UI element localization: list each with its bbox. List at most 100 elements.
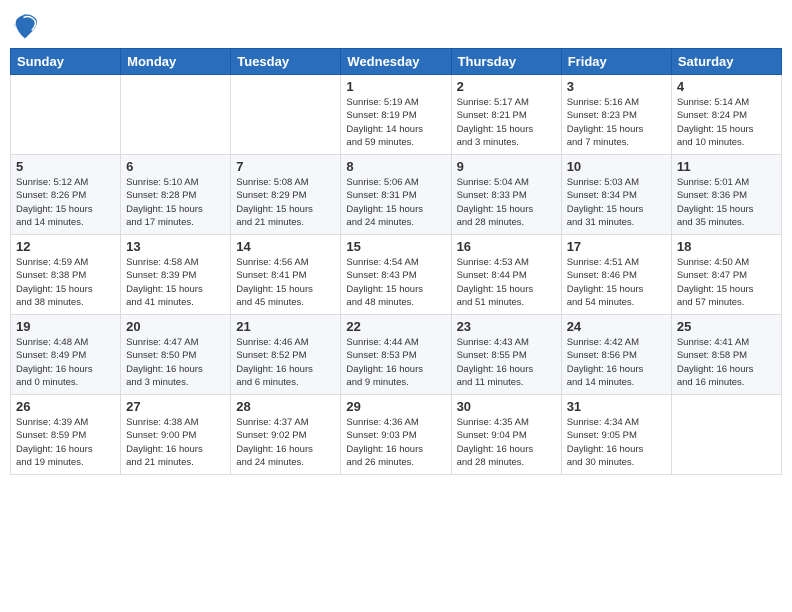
day-info: Sunrise: 5:19 AM Sunset: 8:19 PM Dayligh… [346, 96, 445, 149]
day-info: Sunrise: 5:03 AM Sunset: 8:34 PM Dayligh… [567, 176, 666, 229]
weekday-header-tuesday: Tuesday [231, 49, 341, 75]
logo-icon [10, 10, 40, 40]
calendar-cell: 22Sunrise: 4:44 AM Sunset: 8:53 PM Dayli… [341, 315, 451, 395]
calendar-cell: 3Sunrise: 5:16 AM Sunset: 8:23 PM Daylig… [561, 75, 671, 155]
calendar-cell: 13 Sunrise: 4:58 AM Sunset: 8:39 PM Dayli… [121, 235, 231, 315]
calendar-cell: 27 Sunrise: 4:38 AM Sunset: 9:00 PM Dayli… [121, 395, 231, 475]
calendar-cell: 14Sunrise: 4:56 AM Sunset: 8:41 PM Dayli… [231, 235, 341, 315]
day-info: Sunrise: 4:43 AM Sunset: 8:55 PM Dayligh… [457, 336, 556, 389]
day-info: Sunrise: 4:50 AM Sunset: 8:47 PM Dayligh… [677, 256, 776, 309]
day-number: 12 [16, 239, 115, 254]
day-number: 17 [567, 239, 666, 254]
calendar-cell: 24 Sunrise: 4:42 AM Sunset: 8:56 PM Dayli… [561, 315, 671, 395]
calendar-cell: 8 Sunrise: 5:06 AM Sunset: 8:31 PM Daylig… [341, 155, 451, 235]
logo [10, 10, 44, 40]
day-number: 18 [677, 239, 776, 254]
calendar-week-3: 12 Sunrise: 4:59 AM Sunset: 8:38 PM Dayli… [11, 235, 782, 315]
calendar-cell: 29Sunrise: 4:36 AM Sunset: 9:03 PM Dayli… [341, 395, 451, 475]
calendar-cell [11, 75, 121, 155]
calendar-week-2: 5 Sunrise: 5:12 AM Sunset: 8:26 PM Daylig… [11, 155, 782, 235]
day-number: 26 [16, 399, 115, 414]
calendar-cell: 26 Sunrise: 4:39 AM Sunset: 8:59 PM Dayli… [11, 395, 121, 475]
day-number: 19 [16, 319, 115, 334]
calendar-cell: 11 Sunrise: 5:01 AM Sunset: 8:36 PM Dayli… [671, 155, 781, 235]
calendar-cell: 28 Sunrise: 4:37 AM Sunset: 9:02 PM Dayli… [231, 395, 341, 475]
day-info: Sunrise: 4:47 AM Sunset: 8:50 PM Dayligh… [126, 336, 225, 389]
weekday-header-thursday: Thursday [451, 49, 561, 75]
day-info: Sunrise: 4:54 AM Sunset: 8:43 PM Dayligh… [346, 256, 445, 309]
day-number: 30 [457, 399, 556, 414]
day-number: 31 [567, 399, 666, 414]
day-number: 27 [126, 399, 225, 414]
calendar-cell: 10 Sunrise: 5:03 AM Sunset: 8:34 PM Dayli… [561, 155, 671, 235]
day-info: Sunrise: 4:59 AM Sunset: 8:38 PM Dayligh… [16, 256, 115, 309]
day-info: Sunrise: 5:06 AM Sunset: 8:31 PM Dayligh… [346, 176, 445, 229]
day-info: Sunrise: 4:58 AM Sunset: 8:39 PM Dayligh… [126, 256, 225, 309]
calendar-cell: 30 Sunrise: 4:35 AM Sunset: 9:04 PM Dayli… [451, 395, 561, 475]
day-number: 5 [16, 159, 115, 174]
weekday-header-monday: Monday [121, 49, 231, 75]
day-number: 3 [567, 79, 666, 94]
page-header [10, 10, 782, 40]
weekday-header-wednesday: Wednesday [341, 49, 451, 75]
calendar-cell: 4 Sunrise: 5:14 AM Sunset: 8:24 PM Daylig… [671, 75, 781, 155]
day-number: 6 [126, 159, 225, 174]
day-number: 22 [346, 319, 445, 334]
calendar-cell: 5 Sunrise: 5:12 AM Sunset: 8:26 PM Daylig… [11, 155, 121, 235]
day-number: 20 [126, 319, 225, 334]
day-number: 4 [677, 79, 776, 94]
day-info: Sunrise: 4:41 AM Sunset: 8:58 PM Dayligh… [677, 336, 776, 389]
calendar-cell: 6 Sunrise: 5:10 AM Sunset: 8:28 PM Daylig… [121, 155, 231, 235]
calendar-week-4: 19Sunrise: 4:48 AM Sunset: 8:49 PM Dayli… [11, 315, 782, 395]
day-info: Sunrise: 5:10 AM Sunset: 8:28 PM Dayligh… [126, 176, 225, 229]
day-number: 15 [346, 239, 445, 254]
day-number: 10 [567, 159, 666, 174]
day-info: Sunrise: 5:08 AM Sunset: 8:29 PM Dayligh… [236, 176, 335, 229]
calendar-cell: 18 Sunrise: 4:50 AM Sunset: 8:47 PM Dayli… [671, 235, 781, 315]
day-info: Sunrise: 4:53 AM Sunset: 8:44 PM Dayligh… [457, 256, 556, 309]
day-number: 7 [236, 159, 335, 174]
calendar-cell [231, 75, 341, 155]
day-info: Sunrise: 4:34 AM Sunset: 9:05 PM Dayligh… [567, 416, 666, 469]
calendar-cell [671, 395, 781, 475]
day-number: 13 [126, 239, 225, 254]
day-number: 29 [346, 399, 445, 414]
day-info: Sunrise: 4:35 AM Sunset: 9:04 PM Dayligh… [457, 416, 556, 469]
weekday-header-sunday: Sunday [11, 49, 121, 75]
day-info: Sunrise: 4:42 AM Sunset: 8:56 PM Dayligh… [567, 336, 666, 389]
day-info: Sunrise: 4:38 AM Sunset: 9:00 PM Dayligh… [126, 416, 225, 469]
calendar-cell: 16 Sunrise: 4:53 AM Sunset: 8:44 PM Dayli… [451, 235, 561, 315]
day-number: 8 [346, 159, 445, 174]
calendar-cell: 19Sunrise: 4:48 AM Sunset: 8:49 PM Dayli… [11, 315, 121, 395]
calendar-cell: 25 Sunrise: 4:41 AM Sunset: 8:58 PM Dayli… [671, 315, 781, 395]
calendar-cell: 21 Sunrise: 4:46 AM Sunset: 8:52 PM Dayli… [231, 315, 341, 395]
day-info: Sunrise: 4:51 AM Sunset: 8:46 PM Dayligh… [567, 256, 666, 309]
calendar-cell: 2Sunrise: 5:17 AM Sunset: 8:21 PM Daylig… [451, 75, 561, 155]
calendar-table: SundayMondayTuesdayWednesdayThursdayFrid… [10, 48, 782, 475]
day-number: 11 [677, 159, 776, 174]
calendar-cell: 9 Sunrise: 5:04 AM Sunset: 8:33 PM Daylig… [451, 155, 561, 235]
calendar-cell: 1 Sunrise: 5:19 AM Sunset: 8:19 PM Daylig… [341, 75, 451, 155]
weekday-header-row: SundayMondayTuesdayWednesdayThursdayFrid… [11, 49, 782, 75]
day-number: 24 [567, 319, 666, 334]
day-info: Sunrise: 4:39 AM Sunset: 8:59 PM Dayligh… [16, 416, 115, 469]
calendar-cell: 17 Sunrise: 4:51 AM Sunset: 8:46 PM Dayli… [561, 235, 671, 315]
calendar-cell: 20 Sunrise: 4:47 AM Sunset: 8:50 PM Dayli… [121, 315, 231, 395]
day-info: Sunrise: 5:01 AM Sunset: 8:36 PM Dayligh… [677, 176, 776, 229]
calendar-cell: 7 Sunrise: 5:08 AM Sunset: 8:29 PM Daylig… [231, 155, 341, 235]
calendar-cell: 15 Sunrise: 4:54 AM Sunset: 8:43 PM Dayli… [341, 235, 451, 315]
calendar-week-1: 1 Sunrise: 5:19 AM Sunset: 8:19 PM Daylig… [11, 75, 782, 155]
day-number: 9 [457, 159, 556, 174]
day-number: 25 [677, 319, 776, 334]
day-info: Sunrise: 4:46 AM Sunset: 8:52 PM Dayligh… [236, 336, 335, 389]
day-info: Sunrise: 5:12 AM Sunset: 8:26 PM Dayligh… [16, 176, 115, 229]
day-number: 1 [346, 79, 445, 94]
day-info: Sunrise: 5:17 AM Sunset: 8:21 PM Dayligh… [457, 96, 556, 149]
day-info: Sunrise: 5:14 AM Sunset: 8:24 PM Dayligh… [677, 96, 776, 149]
calendar-cell: 31 Sunrise: 4:34 AM Sunset: 9:05 PM Dayli… [561, 395, 671, 475]
day-info: Sunrise: 4:37 AM Sunset: 9:02 PM Dayligh… [236, 416, 335, 469]
day-number: 28 [236, 399, 335, 414]
day-info: Sunrise: 5:04 AM Sunset: 8:33 PM Dayligh… [457, 176, 556, 229]
day-number: 21 [236, 319, 335, 334]
day-number: 16 [457, 239, 556, 254]
